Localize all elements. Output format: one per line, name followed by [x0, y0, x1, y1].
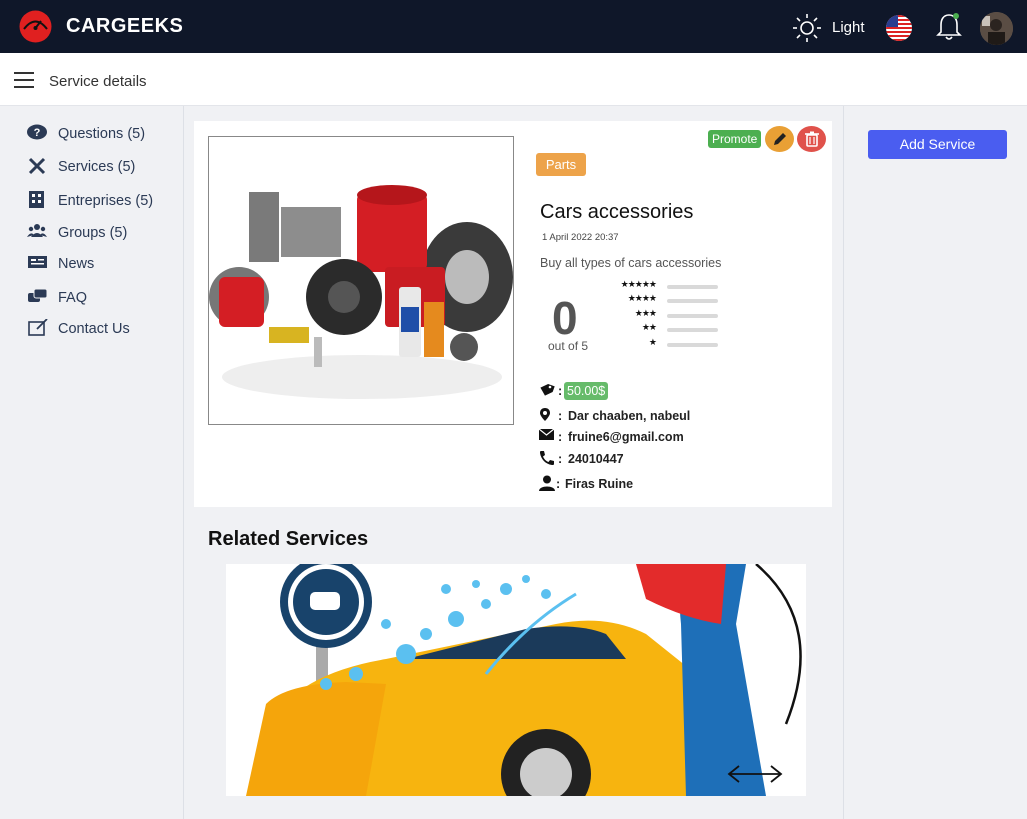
phone-value[interactable]: 24010447	[568, 452, 624, 466]
colon: :	[558, 452, 563, 466]
owner-value: Firas Ruine	[565, 477, 634, 491]
rating-row-5: ★★★★★	[600, 279, 720, 292]
tag-icon	[540, 384, 555, 396]
sidebar-item-label: Entreprises (5)	[58, 193, 154, 209]
colon: :	[556, 477, 561, 491]
rating-stars: ★★★★	[627, 293, 657, 303]
building-icon	[29, 191, 44, 208]
category-tag: Parts	[536, 153, 586, 176]
rating-scale: out of 5	[548, 339, 589, 353]
rating-stars: ★★★★★	[620, 279, 657, 289]
sidebar-item-news[interactable]: News	[27, 253, 177, 275]
service-description: Buy all types of cars accessories	[540, 256, 722, 270]
rating-stars: ★	[648, 337, 657, 347]
rating-bar	[667, 343, 718, 347]
envelope-icon	[539, 428, 555, 440]
related-services-title: Related Services	[208, 528, 369, 550]
svg-text:?: ?	[34, 127, 41, 139]
related-service-image[interactable]	[226, 564, 806, 796]
rating-bar	[667, 328, 718, 332]
sidebar-item-services[interactable]: Services (5)	[27, 156, 177, 178]
users-icon	[27, 224, 47, 237]
page-header: Service details	[0, 53, 1027, 106]
sidebar-item-label: Contact Us	[58, 321, 130, 337]
rating-row-3: ★★★	[600, 308, 720, 321]
colon: :	[558, 384, 563, 398]
tools-icon	[28, 157, 46, 175]
sidebar	[0, 106, 184, 819]
sun-icon	[793, 14, 821, 42]
sidebar-item-label: Services (5)	[58, 159, 136, 175]
user-icon	[539, 475, 555, 491]
sidebar-item-groups[interactable]: Groups (5)	[27, 222, 177, 244]
price-badge: 50.00$	[564, 382, 609, 400]
sidebar-item-label: Questions (5)	[58, 126, 146, 142]
rating-bar	[667, 285, 718, 289]
colon: :	[558, 430, 563, 444]
sidebar-item-label: FAQ	[58, 290, 88, 306]
rating-row-4: ★★★★	[600, 293, 720, 306]
menu-icon[interactable]	[14, 72, 34, 88]
avatar[interactable]	[980, 12, 1013, 45]
rating-row-2: ★★	[600, 322, 720, 335]
pencil-icon	[774, 133, 786, 145]
delete-button[interactable]	[797, 126, 826, 152]
trash-icon	[805, 131, 819, 147]
service-title: Cars accessories	[540, 201, 694, 223]
sidebar-item-entreprises[interactable]: Entreprises (5)	[27, 190, 177, 212]
theme-label: Light	[832, 19, 865, 36]
add-service-button[interactable]: Add Service	[868, 130, 1007, 159]
colon: :	[558, 409, 563, 423]
faq-icon	[28, 288, 48, 302]
right-panel	[843, 106, 1027, 819]
edit-icon	[28, 319, 48, 336]
rating-value: 0	[552, 292, 578, 344]
service-date: 1 April 2022 20:37	[542, 232, 619, 243]
rating-row-1: ★	[600, 337, 720, 350]
sidebar-item-label: News	[58, 256, 95, 272]
theme-toggle[interactable]: Light	[792, 12, 872, 42]
sidebar-item-questions[interactable]: ? Questions (5)	[27, 123, 177, 145]
page-title: Service details	[49, 73, 147, 90]
speedometer-logo-icon[interactable]	[19, 10, 52, 43]
email-value[interactable]: fruine6@gmail.com	[568, 430, 684, 444]
service-image	[208, 136, 514, 425]
rating-bar	[667, 314, 718, 318]
rating-stars: ★★★	[634, 308, 657, 318]
brand-name[interactable]: CARGEEKS	[66, 15, 183, 38]
sidebar-item-contact[interactable]: Contact Us	[27, 318, 177, 340]
sidebar-item-label: Groups (5)	[58, 225, 128, 241]
sidebar-item-faq[interactable]: FAQ	[27, 287, 177, 309]
rating-bar	[667, 299, 718, 303]
edit-button[interactable]	[765, 126, 794, 152]
us-flag-icon[interactable]	[886, 15, 912, 41]
bell-icon[interactable]	[935, 12, 963, 42]
question-icon: ?	[27, 124, 47, 140]
phone-icon	[540, 451, 554, 465]
newspaper-icon	[28, 256, 47, 268]
promote-button[interactable]: Promote	[708, 130, 762, 148]
location-pin-icon	[540, 408, 550, 421]
top-navbar: CARGEEKS Light	[0, 0, 1027, 53]
rating-stars: ★★	[641, 322, 657, 332]
address-value: Dar chaaben, nabeul	[568, 409, 691, 423]
